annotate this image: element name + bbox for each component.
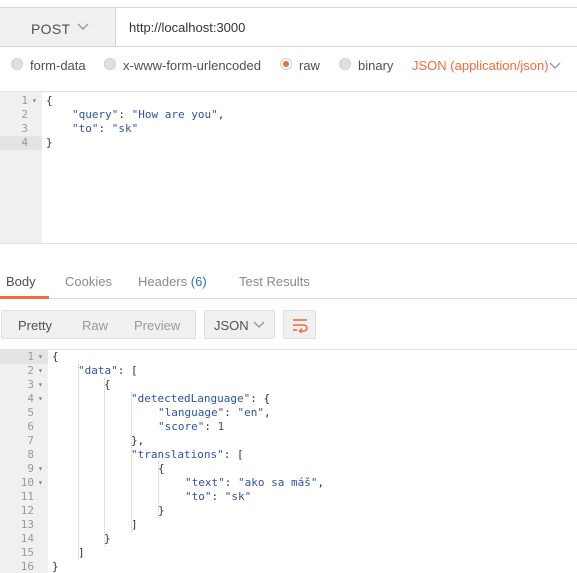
method-label: POST xyxy=(31,21,71,37)
tab-body[interactable]: Body xyxy=(6,274,36,289)
line-number: 7 xyxy=(27,434,34,447)
radio-label: raw xyxy=(299,58,320,73)
code-line: "data": [ xyxy=(78,364,138,377)
preview-button[interactable]: Preview xyxy=(134,318,180,333)
fold-arrow-icon[interactable]: ▾ xyxy=(38,378,46,392)
code-line: "translations": [ xyxy=(131,448,244,461)
tab-test-results[interactable]: Test Results xyxy=(239,274,310,289)
response-tabs: Body Cookies Headers (6) Test Results xyxy=(0,268,577,299)
radio-label: x-www-form-urlencoded xyxy=(123,58,261,73)
format-dropdown[interactable]: JSON xyxy=(204,310,275,339)
tab-headers[interactable]: Headers (6) xyxy=(138,274,207,289)
fold-arrow-icon[interactable]: ▾ xyxy=(38,462,46,476)
code-line: "text": "ako sa máš", xyxy=(185,476,325,489)
code-line: "to": "sk" xyxy=(72,122,139,135)
radio-button-icon xyxy=(11,58,23,70)
headers-count-badge: (6) xyxy=(190,274,207,289)
method-dropdown[interactable]: POST xyxy=(0,8,116,46)
chevron-down-icon[interactable] xyxy=(548,60,562,72)
response-body-viewer[interactable]: 1 2 3 4 5 6 7 8 9 10 11 12 13 14 15 16 ▾… xyxy=(0,349,577,573)
code-line: "score": 1 xyxy=(158,420,225,433)
request-url-bar: POST http://localhost:3000 xyxy=(0,7,577,47)
line-number: 3 xyxy=(21,122,28,135)
code-token: } xyxy=(52,560,59,573)
code-token: { xyxy=(158,462,165,475)
radio-selected-icon xyxy=(280,58,292,70)
radio-button-icon xyxy=(339,58,351,70)
radio-button-icon xyxy=(104,58,116,70)
line-number: 5 xyxy=(27,406,34,419)
radio-label: form-data xyxy=(30,58,86,73)
code-token: { xyxy=(46,94,53,107)
line-number: 4 xyxy=(21,136,28,149)
json-string: "sk" xyxy=(111,122,139,135)
indent-guide xyxy=(131,392,132,532)
line-number: 4 xyxy=(27,392,34,405)
line-number: 16 xyxy=(20,560,34,573)
json-key: "translations" xyxy=(131,448,224,461)
code-line: "language": "en", xyxy=(158,406,271,419)
format-label: JSON xyxy=(214,318,249,333)
tab-headers-label: Headers xyxy=(138,274,188,289)
code-line: "to": "sk" xyxy=(185,490,252,503)
chevron-down-icon xyxy=(77,23,89,30)
fold-arrow-icon[interactable]: ▾ xyxy=(32,94,40,108)
line-number: 12 xyxy=(20,504,34,517)
view-mode-toggle: Pretty Raw Preview xyxy=(1,310,196,339)
json-string: "ako sa máš" xyxy=(238,476,318,489)
line-number: 14 xyxy=(20,532,34,545)
indent-guide xyxy=(104,378,105,546)
fold-arrow-icon[interactable]: ▾ xyxy=(38,392,46,406)
line-number: 8 xyxy=(27,448,34,461)
chevron-down-icon xyxy=(253,321,265,328)
json-number: 1 xyxy=(217,420,225,433)
json-key: "language" xyxy=(158,406,225,419)
request-body-editor[interactable]: 1 ▾ 2 3 4 { "query": "How are you", "to"… xyxy=(0,91,577,244)
indent-guide xyxy=(78,364,79,560)
url-input[interactable]: http://localhost:3000 xyxy=(129,20,245,35)
json-string: "How are you" xyxy=(131,108,218,121)
code-line: "query": "How are you", xyxy=(72,108,225,121)
line-number: 3 xyxy=(27,378,34,391)
line-number: 11 xyxy=(20,490,34,503)
fold-arrow-icon[interactable]: ▾ xyxy=(38,364,46,378)
line-number: 1 xyxy=(21,94,28,107)
line-number: 6 xyxy=(27,420,34,433)
wrap-lines-icon xyxy=(293,319,308,333)
wrap-lines-button[interactable] xyxy=(283,310,316,339)
json-key: "query" xyxy=(72,108,119,121)
code-token: } xyxy=(46,136,53,149)
line-number: 15 xyxy=(20,546,34,559)
json-key: "to" xyxy=(72,122,99,135)
code-token: { xyxy=(104,378,111,391)
content-type-dropdown[interactable]: JSON (application/json) xyxy=(412,58,549,73)
json-key: "data" xyxy=(78,364,118,377)
line-number: 2 xyxy=(21,108,28,121)
line-number: 10 xyxy=(20,476,34,489)
code-token: } xyxy=(104,532,111,545)
line-number: 1 xyxy=(27,350,34,363)
radio-label: binary xyxy=(358,58,394,73)
json-string: "sk" xyxy=(224,490,252,503)
active-tab-indicator xyxy=(0,296,49,299)
json-key: "score" xyxy=(158,420,205,433)
raw-button[interactable]: Raw xyxy=(82,318,108,333)
line-number: 2 xyxy=(27,364,34,377)
json-string: "en" xyxy=(237,406,264,419)
json-key: "to" xyxy=(185,490,212,503)
line-number: 9 xyxy=(27,462,34,475)
fold-arrow-icon[interactable]: ▾ xyxy=(38,350,46,364)
json-key: "text" xyxy=(185,476,225,489)
code-token: ] xyxy=(131,518,138,531)
code-token: }, xyxy=(131,434,145,447)
code-line: "detectedLanguage": { xyxy=(131,392,271,405)
pretty-button[interactable]: Pretty xyxy=(18,318,52,333)
code-token: } xyxy=(158,504,165,517)
line-number: 13 xyxy=(20,518,34,531)
code-token: ] xyxy=(78,546,85,559)
fold-arrow-icon[interactable]: ▾ xyxy=(38,476,46,490)
tab-cookies[interactable]: Cookies xyxy=(65,274,112,289)
code-token: { xyxy=(52,350,59,363)
json-key: "detectedLanguage" xyxy=(131,392,251,405)
